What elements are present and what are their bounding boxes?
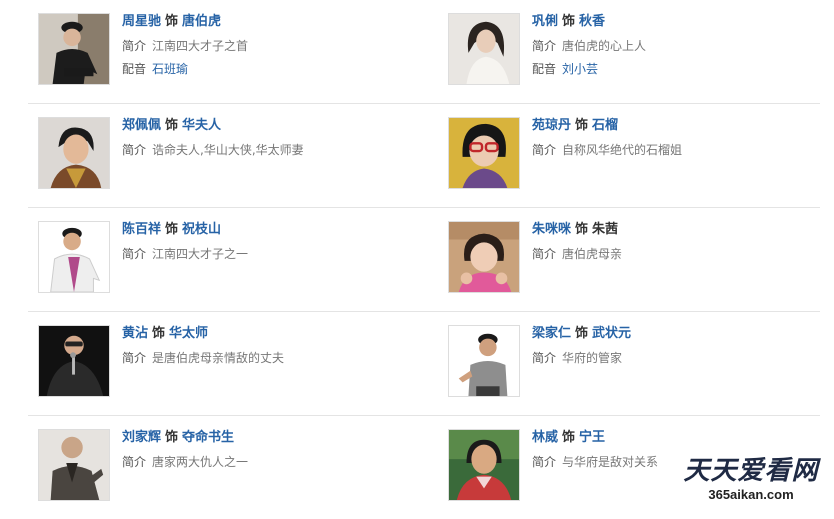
intro-label: 简介: [122, 39, 147, 53]
as-label: 饰: [562, 430, 576, 445]
actor-photo-woman-red-glasses[interactable]: [448, 117, 520, 189]
actor-name-link[interactable]: 刘家辉: [122, 430, 161, 445]
role-name-link[interactable]: 石榴: [592, 118, 618, 133]
intro-label: 简介: [532, 351, 557, 365]
intro-text: 自称风华绝代的石榴姐: [562, 143, 683, 157]
intro-text: 江南四大才子之首: [152, 39, 249, 53]
intro-text: 唐家两大仇人之一: [152, 455, 249, 469]
site-watermark: 天天爱看网 365aikan.com: [676, 455, 826, 511]
cast-card: 黄沾饰华太师 简介 是唐伯虎母亲情敌的丈夫: [38, 325, 428, 403]
cast-row: 郑佩佩饰华夫人 简介 诰命夫人,华山大侠,华太师妻 苑琼丹饰石榴 简介 自称风华绝代…: [28, 104, 820, 208]
actor-name-link[interactable]: 苑琼丹: [532, 118, 571, 133]
actor-name-link[interactable]: 梁家仁: [532, 326, 571, 341]
actor-photo-man-dark-jacket[interactable]: [38, 13, 110, 85]
actor-name-link[interactable]: 陈百祥: [122, 222, 161, 237]
as-label: 饰: [575, 118, 589, 133]
as-label: 饰: [575, 222, 589, 237]
actor-photo-woman-short-hair[interactable]: [38, 117, 110, 189]
intro-text: 华府的管家: [562, 351, 623, 365]
dub-label: 配音: [532, 62, 557, 76]
intro-label: 简介: [532, 247, 557, 261]
cast-card: 梁家仁饰武状元 简介 华府的管家: [448, 325, 820, 403]
actor-photo-man-grey-shirt[interactable]: [448, 325, 520, 397]
intro-label: 简介: [122, 351, 147, 365]
cast-card: 郑佩佩饰华夫人 简介 诰命夫人,华山大侠,华太师妻: [38, 117, 428, 195]
actor-name-link[interactable]: 林威: [532, 430, 558, 445]
intro-label: 简介: [122, 455, 147, 469]
intro-label: 简介: [532, 455, 557, 469]
role-name-link[interactable]: 秋香: [579, 14, 605, 29]
role-name-link[interactable]: 祝枝山: [182, 222, 221, 237]
as-label: 饰: [165, 430, 179, 445]
dub-actor-link[interactable]: 石班瑜: [152, 62, 188, 76]
intro-text: 与华府是敌对关系: [562, 455, 659, 469]
role-name-link[interactable]: 夺命书生: [182, 430, 234, 445]
role-name-link[interactable]: 华太师: [169, 326, 208, 341]
role-name-link[interactable]: 宁王: [579, 430, 605, 445]
role-name-link[interactable]: 唐伯虎: [182, 14, 221, 29]
role-name: 朱茜: [592, 222, 619, 237]
role-name-link[interactable]: 华夫人: [182, 118, 221, 133]
intro-text: 诰命夫人,华山大侠,华太师妻: [152, 143, 304, 157]
intro-text: 江南四大才子之一: [152, 247, 249, 261]
as-label: 饰: [152, 326, 166, 341]
actor-name-link[interactable]: 郑佩佩: [122, 118, 161, 133]
cast-card: 周星驰饰唐伯虎 简介 江南四大才子之首 配音 石班瑜: [38, 13, 428, 91]
as-label: 饰: [165, 14, 179, 29]
actor-name-link[interactable]: 黄沾: [122, 326, 148, 341]
dub-actor-link[interactable]: 刘小芸: [562, 62, 598, 76]
intro-text: 唐伯虎的心上人: [562, 39, 647, 53]
cast-row: 黄沾饰华太师 简介 是唐伯虎母亲情敌的丈夫 梁家仁饰武状元 简介 华府的管家: [28, 312, 820, 416]
actor-name-link[interactable]: 周星驰: [122, 14, 161, 29]
intro-label: 简介: [532, 143, 557, 157]
actor-name-link[interactable]: 朱咪咪: [532, 222, 571, 237]
intro-text: 唐伯虎母亲: [562, 247, 623, 261]
cast-row: 陈百祥饰祝枝山 简介 江南四大才子之一 朱咪咪饰朱茜 简介 唐伯虎母亲: [28, 208, 820, 312]
role-name-link[interactable]: 武状元: [592, 326, 631, 341]
intro-label: 简介: [532, 39, 557, 53]
dub-label: 配音: [122, 62, 147, 76]
as-label: 饰: [562, 14, 576, 29]
cast-card: 朱咪咪饰朱茜 简介 唐伯虎母亲: [448, 221, 820, 299]
intro-text: 是唐伯虎母亲情敌的丈夫: [152, 351, 285, 365]
actor-photo-man-white-suit[interactable]: [38, 221, 110, 293]
watermark-text: 天天爱看网: [683, 456, 819, 486]
cast-card: 刘家辉饰夺命书生 简介 唐家两大仇人之一: [38, 429, 428, 507]
cast-list: 周星驰饰唐伯虎 简介 江南四大才子之首 配音 石班瑜 巩俐饰秋香 简介 唐伯虎的心上人…: [28, 0, 820, 519]
actor-photo-man-bald[interactable]: [38, 429, 110, 501]
actor-photo-woman-pink[interactable]: [448, 221, 520, 293]
actor-name-link[interactable]: 巩俐: [532, 14, 558, 29]
actor-photo-man-microphone[interactable]: [38, 325, 110, 397]
watermark-url: 365aikan.com: [708, 487, 794, 502]
cast-card: 苑琼丹饰石榴 简介 自称风华绝代的石榴姐: [448, 117, 820, 195]
intro-label: 简介: [122, 247, 147, 261]
as-label: 饰: [165, 222, 179, 237]
cast-row: 周星驰饰唐伯虎 简介 江南四大才子之首 配音 石班瑜 巩俐饰秋香 简介 唐伯虎的心上人…: [28, 0, 820, 104]
cast-card: 陈百祥饰祝枝山 简介 江南四大才子之一: [38, 221, 428, 299]
intro-label: 简介: [122, 143, 147, 157]
actor-photo-woman-white[interactable]: [448, 13, 520, 85]
as-label: 饰: [575, 326, 589, 341]
cast-card: 巩俐饰秋香 简介 唐伯虎的心上人 配音 刘小芸: [448, 13, 820, 91]
actor-photo-man-red-shirt[interactable]: [448, 429, 520, 501]
as-label: 饰: [165, 118, 179, 133]
